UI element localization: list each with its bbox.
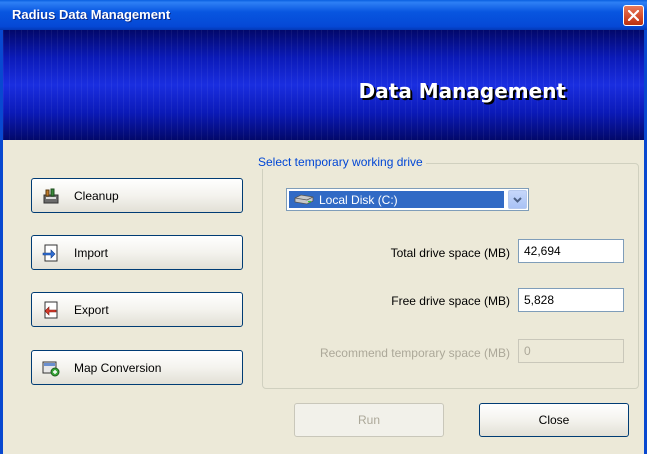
run-button[interactable]: Run xyxy=(294,403,444,437)
cleanup-button[interactable]: Cleanup xyxy=(31,178,243,213)
close-label: Close xyxy=(538,413,570,427)
drive-select[interactable]: Local Disk (C:) xyxy=(286,188,529,211)
window-title: Radius Data Management xyxy=(12,7,171,22)
recommend-space-field: 0 xyxy=(518,339,624,363)
export-label: Export xyxy=(74,302,109,317)
recommend-space-label: Recommend temporary space (MB) xyxy=(319,346,510,360)
window-close-button[interactable] xyxy=(623,5,644,26)
map-conversion-icon xyxy=(42,359,60,377)
import-label: Import xyxy=(74,245,109,260)
total-space-label: Total drive space (MB) xyxy=(390,246,510,260)
header-banner: Data Management xyxy=(3,30,644,140)
title-bar[interactable]: Radius Data Management xyxy=(0,0,647,30)
map-conversion-button[interactable]: Map Conversion xyxy=(31,350,243,385)
banner-title: Data Management xyxy=(358,79,566,103)
drive-select-value: Local Disk (C:) xyxy=(289,191,504,208)
hard-disk-icon xyxy=(293,194,315,206)
close-button[interactable]: Close xyxy=(479,403,629,437)
cleanup-icon xyxy=(42,187,60,205)
close-icon xyxy=(628,10,639,21)
export-icon xyxy=(42,301,60,319)
dropdown-button[interactable] xyxy=(508,190,527,209)
export-button[interactable]: Export xyxy=(31,292,243,327)
map-conversion-label: Map Conversion xyxy=(74,360,162,375)
data-management-window: Radius Data Management Data Management C… xyxy=(0,0,647,454)
import-icon xyxy=(42,244,60,262)
total-space-field[interactable]: 42,694 xyxy=(518,239,624,263)
chevron-down-icon xyxy=(513,196,522,203)
run-label: Run xyxy=(357,413,380,427)
cleanup-label: Cleanup xyxy=(74,188,119,203)
free-space-field[interactable]: 5,828 xyxy=(518,288,624,312)
drive-group-legend: Select temporary working drive xyxy=(255,155,426,169)
free-space-label: Free drive space (MB) xyxy=(391,294,510,308)
drive-select-label: Local Disk (C:) xyxy=(319,192,398,207)
import-button[interactable]: Import xyxy=(31,235,243,270)
